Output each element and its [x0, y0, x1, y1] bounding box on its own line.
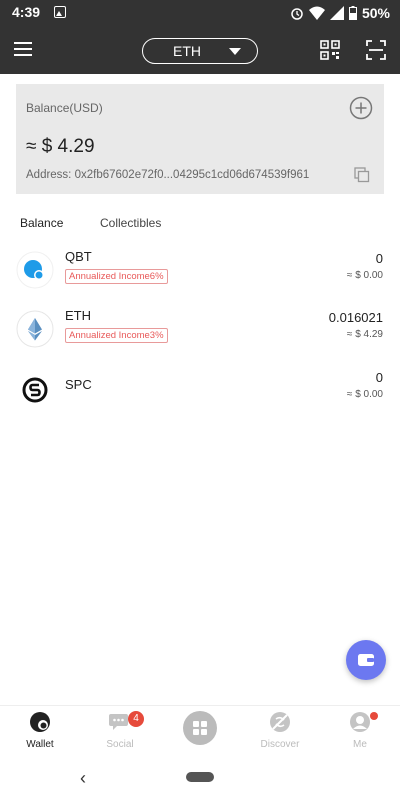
balance-label: Balance(USD) [26, 101, 103, 115]
token-amount: 0 [375, 251, 383, 266]
wallet-icon [30, 712, 50, 732]
token-row-spc[interactable]: SPC 0 ≈ $ 0.00 [0, 364, 400, 414]
asset-tabs: Balance Collectibles [0, 212, 400, 234]
notification-count-badge: 4 [128, 711, 144, 727]
wallet-action-button[interactable] [346, 640, 386, 680]
wifi-icon [308, 6, 325, 20]
income-badge: Annualized Income6% [65, 269, 168, 284]
bottom-navigation: Wallet 4 Social Discover Me [0, 705, 400, 758]
apps-icon [183, 711, 217, 745]
nav-label: Wallet [26, 739, 54, 750]
token-name: SPC [65, 377, 92, 392]
nav-label: Discover [260, 739, 300, 750]
token-row-eth[interactable]: ETH Annualized Income3% 0.016021 ≈ $ 4.2… [0, 304, 400, 354]
image-notification-icon [54, 6, 66, 18]
back-icon[interactable]: ‹ [80, 768, 86, 789]
nav-apps[interactable] [160, 706, 240, 759]
tab-balance[interactable]: Balance [20, 216, 63, 230]
notification-dot [370, 712, 378, 720]
add-token-icon[interactable] [349, 96, 373, 120]
income-badge: Annualized Income3% [65, 328, 168, 343]
nav-social[interactable]: 4 Social [80, 706, 160, 759]
system-navigation-bar: ‹ [0, 758, 400, 800]
token-amount: 0 [375, 370, 383, 385]
token-amount: 0.016021 [328, 310, 383, 325]
balance-card: Balance(USD) ≈ $ 4.29 Address: 0x2fb6760… [16, 84, 384, 194]
balance-value: ≈ $ 4.29 [26, 136, 95, 157]
qr-code-icon[interactable] [320, 40, 340, 60]
wallet-address[interactable]: Address: 0x2fb67602e72f0...04295c1cd06d6… [26, 169, 309, 181]
token-usd-value: ≈ $ 0.00 [346, 389, 383, 400]
nav-label: Me [353, 739, 367, 750]
nav-wallet[interactable]: Wallet [0, 706, 80, 759]
menu-icon[interactable] [14, 42, 32, 56]
nav-discover[interactable]: Discover [240, 706, 320, 759]
spc-icon [17, 371, 53, 407]
network-selector[interactable]: ETH [142, 38, 258, 64]
app-header: ETH [0, 26, 400, 74]
chevron-down-icon [229, 48, 241, 55]
copy-icon[interactable] [354, 167, 370, 183]
battery-percent: 50% [361, 5, 390, 21]
status-time: 4:39 [12, 4, 41, 20]
home-pill[interactable] [186, 772, 214, 782]
battery-icon [348, 6, 357, 20]
tab-collectibles[interactable]: Collectibles [100, 216, 161, 230]
token-row-qbt[interactable]: QBT Annualized Income6% 0 ≈ $ 0.00 [0, 245, 400, 295]
token-usd-value: ≈ $ 0.00 [346, 270, 383, 281]
scan-icon[interactable] [366, 40, 386, 60]
token-name: ETH [65, 308, 91, 323]
token-usd-value: ≈ $ 4.29 [346, 329, 383, 340]
status-bar: 4:39 50% [0, 0, 400, 26]
ethereum-icon [16, 310, 54, 348]
discover-icon [270, 712, 290, 732]
qbt-icon [16, 251, 54, 289]
nav-me[interactable]: Me [320, 706, 400, 759]
token-name: QBT [65, 249, 92, 264]
person-icon [350, 712, 370, 732]
wallet-card-icon [358, 654, 374, 666]
network-label: ETH [173, 43, 201, 59]
status-icons: 50% [290, 3, 390, 23]
alarm-icon [291, 8, 303, 20]
signal-icon [329, 6, 344, 20]
nav-label: Social [106, 739, 134, 750]
